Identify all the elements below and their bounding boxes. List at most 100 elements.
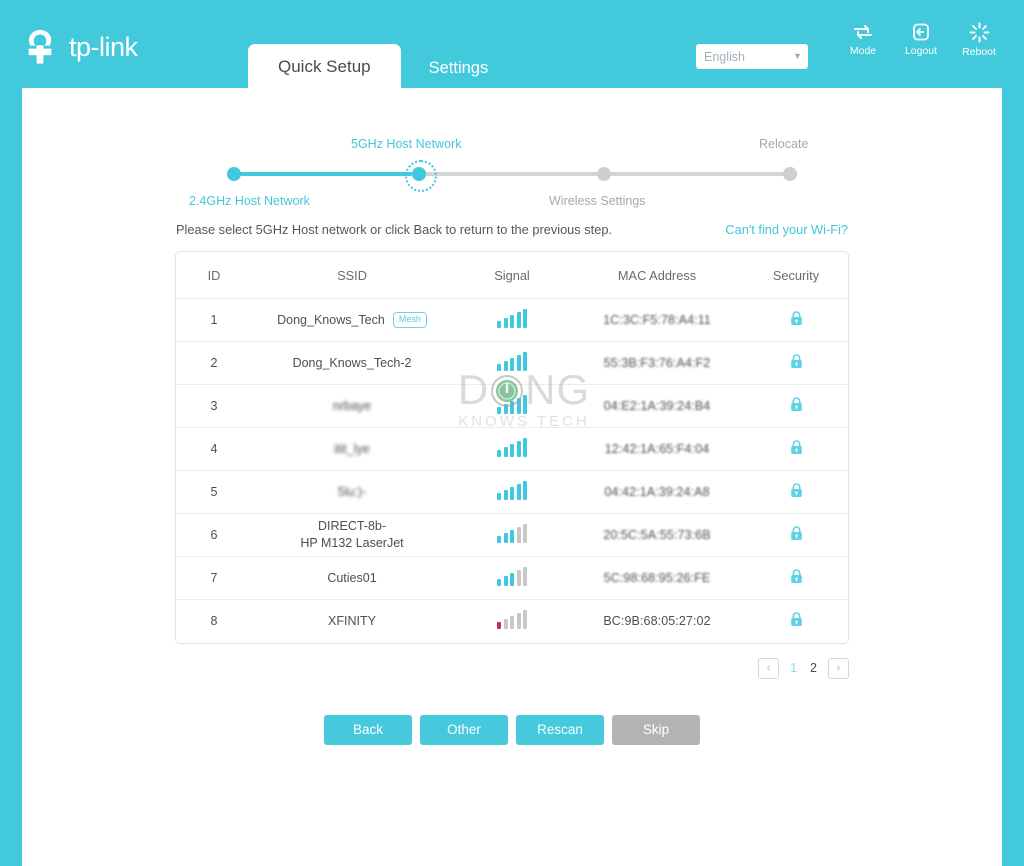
step-label-relocate: Relocate [759,137,808,151]
mesh-badge: Mesh [393,312,427,328]
rescan-button[interactable]: Rescan [516,715,604,745]
signal-bar [517,441,521,457]
cell-signal [452,342,572,385]
tab-settings[interactable]: Settings [401,47,517,91]
cell-signal [452,557,572,600]
signal-strength-icon [497,309,527,328]
mac-address-label: 04:E2:1A:39:24:B4 [604,399,711,413]
skip-button[interactable]: Skip [612,715,700,745]
cell-id: 5 [176,471,252,514]
signal-bar [504,533,508,543]
ssid-wrapper: 5lu:)- [252,484,452,501]
main-tabs: Quick Setup Settings [248,44,516,90]
cell-mac-address: 5C:98:68:95:26:FE [572,557,742,600]
table-row[interactable]: 4itit_lye12:42:1A:65:F4:04 [176,428,849,471]
pagination-page-1[interactable]: 1 [788,661,799,675]
table-row[interactable]: 3 nrbaye 04:E2:1A:39:24:B4 [176,385,849,428]
signal-bar [497,364,501,371]
cell-ssid: DIRECT-8b-HP M132 LaserJet [252,514,452,557]
table-row[interactable]: 2Dong_Knows_Tech-255:3B:F3:76:A4:F2 [176,342,849,385]
cant-find-wifi-link[interactable]: Can't find your Wi-Fi? [725,222,848,237]
tp-link-logo-icon [20,26,62,68]
ssid-label: 5lu:)- [338,484,366,501]
ssid-wrapper: XFINITY [252,613,452,630]
tp-link-wordmark: tp-link [69,32,138,63]
pagination-page-2[interactable]: 2 [808,661,819,675]
logout-button[interactable]: Logout [892,22,950,57]
cell-id: 3 [176,385,252,428]
signal-bar [510,444,514,457]
cell-id: 8 [176,600,252,643]
pagination: ‹ 1 2 › [175,658,849,679]
logout-icon [911,22,931,42]
ssid-wrapper: DIRECT-8b-HP M132 LaserJet [252,518,452,552]
cell-security [742,471,849,514]
mac-address-label: 5C:98:68:95:26:FE [604,571,711,585]
step-label-5ghz-host-network: 5GHz Host Network [351,137,461,151]
reboot-icon [969,22,990,43]
mode-label: Mode [850,45,876,57]
table-row[interactable]: 1Dong_Knows_TechMesh1C:3C:F5:78:A4:11 [176,299,849,342]
step-dot-3 [597,167,611,181]
language-select[interactable]: English ▾ [696,44,808,69]
lock-icon [790,612,803,630]
logout-label: Logout [905,45,937,57]
cell-security [742,342,849,385]
stepper-track-progress [227,172,412,176]
cell-mac-address: BC:9B:68:05:27:02 [572,600,742,643]
cell-security [742,557,849,600]
cell-security [742,600,849,643]
signal-bar [504,447,508,457]
signal-bar [517,484,521,500]
signal-strength-icon [497,567,527,586]
table-row[interactable]: 7Cuties015C:98:68:95:26:FE [176,557,849,600]
pagination-next-button[interactable]: › [828,658,849,679]
signal-bar [517,570,521,586]
reboot-button[interactable]: Reboot [950,22,1008,58]
cell-ssid: Dong_Knows_TechMesh [252,299,452,342]
signal-strength-icon [497,352,527,371]
cell-signal [452,471,572,514]
signal-bar [523,610,527,629]
ssid-label: Cuties01 [327,570,376,587]
signal-bar [510,358,514,371]
ssid-label: nrbaye [333,398,371,415]
signal-strength-icon [497,524,527,543]
cell-ssid: Dong_Knows_Tech-2 [252,342,452,385]
back-button[interactable]: Back [324,715,412,745]
lock-icon [790,526,803,544]
table-row[interactable]: 6 DIRECT-8b-HP M132 LaserJet 20:5C:5A:55:7… [176,514,849,557]
pagination-prev-button[interactable]: ‹ [758,658,779,679]
ssid-label: DIRECT-8b-HP M132 LaserJet [300,518,403,552]
table-row[interactable]: 5 5lu:)- 04:42:1A:39:24:A8 [176,471,849,514]
signal-strength-icon [497,438,527,457]
app-header: tp-link Quick Setup Settings English ▾ M… [0,0,1024,88]
instruction-row: Please select 5GHz Host network or click… [174,222,850,237]
signal-bar [504,404,508,414]
mode-button[interactable]: Mode [834,22,892,57]
cell-signal [452,385,572,428]
signal-bar [510,573,514,586]
signal-bar [504,490,508,500]
cell-signal [452,428,572,471]
cell-security [742,299,849,342]
signal-bar [523,395,527,414]
mac-address-label: 55:3B:F3:76:A4:F2 [604,356,711,370]
signal-bar [497,407,501,414]
tab-quick-setup[interactable]: Quick Setup [248,44,401,90]
signal-bar [523,309,527,328]
step-dot-4 [783,167,797,181]
chevron-right-icon: › [837,662,841,674]
cell-id: 6 [176,514,252,557]
lock-icon [790,483,803,501]
mac-address-label: 20:5C:5A:55:73:6B [603,528,710,542]
mac-address-label: 1C:3C:F5:78:A4:11 [603,313,711,327]
other-button[interactable]: Other [420,715,508,745]
table-body: 1Dong_Knows_TechMesh1C:3C:F5:78:A4:112Do… [176,299,849,643]
chevron-down-icon: ▾ [795,51,800,62]
table-header-row: ID SSID Signal MAC Address Security [176,252,849,299]
cell-mac-address: 04:42:1A:39:24:A8 [572,471,742,514]
ssid-label: XFINITY [328,613,376,630]
table-row[interactable]: 8 XFINITY BC:9B:68:05:27:02 [176,600,849,643]
column-header-mac: MAC Address [572,252,742,299]
